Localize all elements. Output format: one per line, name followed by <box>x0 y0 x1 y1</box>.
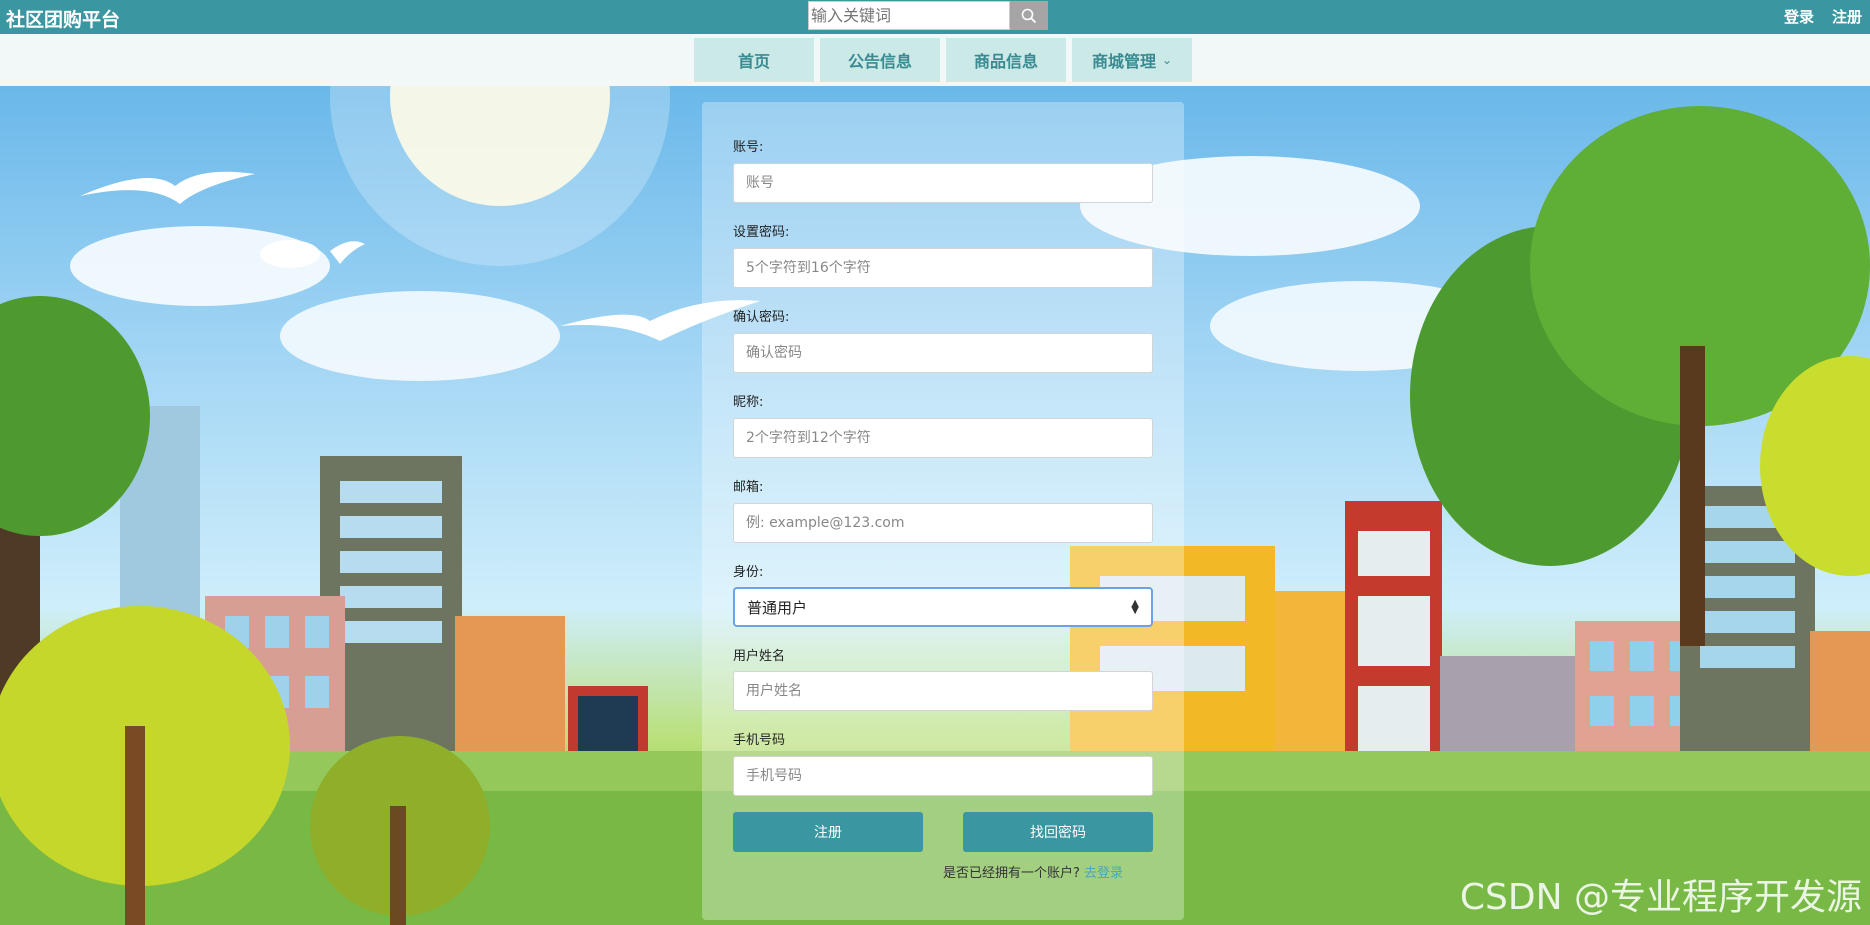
main-nav: 首页 公告信息 商品信息 商城管理 ⌄ <box>694 38 1192 82</box>
nickname-input[interactable] <box>733 418 1153 458</box>
phone-input[interactable] <box>733 756 1153 796</box>
register-link[interactable]: 注册 <box>1832 6 1862 27</box>
account-label: 账号: <box>733 140 764 155</box>
confirm-password-label: 确认密码: <box>733 310 790 325</box>
role-select-value: 普通用户 <box>747 598 808 617</box>
phone-label: 手机号码 <box>733 733 786 748</box>
nav-item-notices[interactable]: 公告信息 <box>820 38 940 82</box>
nickname-label: 昵称: <box>733 395 764 410</box>
search-button[interactable] <box>1010 1 1048 30</box>
register-button[interactable]: 注册 <box>733 812 923 852</box>
nav-item-label: 商城管理 <box>1091 52 1156 71</box>
password-input[interactable] <box>733 248 1153 288</box>
login-hint: 是否已经拥有一个账户? 去登录 <box>943 862 1123 881</box>
nav-item-home[interactable]: 首页 <box>694 38 814 82</box>
realname-label: 用户姓名 <box>733 649 786 664</box>
recover-password-button[interactable]: 找回密码 <box>963 812 1153 852</box>
top-bar: 社区团购平台 登录 注册 <box>0 0 1870 34</box>
nav-item-products[interactable]: 商品信息 <box>946 38 1066 82</box>
email-label: 邮箱: <box>733 480 764 495</box>
search-icon <box>1021 8 1037 23</box>
search-input[interactable] <box>808 1 1010 30</box>
nav-item-label: 商品信息 <box>973 52 1038 71</box>
email-input[interactable] <box>733 503 1153 543</box>
chevron-down-icon: ⌄ <box>1161 53 1173 67</box>
brand-logo[interactable]: 社区团购平台 <box>6 5 120 32</box>
nav-row: 首页 公告信息 商品信息 商城管理 ⌄ <box>0 34 1870 86</box>
nav-item-label: 公告信息 <box>847 52 912 71</box>
password-label: 设置密码: <box>733 225 790 240</box>
auth-links: 登录 注册 <box>1784 6 1862 27</box>
login-hint-text: 是否已经拥有一个账户? <box>943 866 1080 881</box>
account-input[interactable] <box>733 163 1153 203</box>
role-label: 身份: <box>733 565 764 580</box>
nav-item-mall-admin[interactable]: 商城管理 ⌄ <box>1072 38 1192 82</box>
select-arrows-icon: ▲ ▼ <box>1131 598 1139 616</box>
nav-item-label: 首页 <box>737 52 770 71</box>
search-box <box>808 1 1048 30</box>
go-login-link[interactable]: 去登录 <box>1084 866 1123 881</box>
watermark: CSDN @专业程序开发源 <box>1459 877 1862 918</box>
realname-input[interactable] <box>733 671 1153 711</box>
login-link[interactable]: 登录 <box>1784 6 1814 27</box>
role-select[interactable]: 普通用户 ▲ ▼ <box>733 587 1153 627</box>
confirm-password-input[interactable] <box>733 333 1153 373</box>
